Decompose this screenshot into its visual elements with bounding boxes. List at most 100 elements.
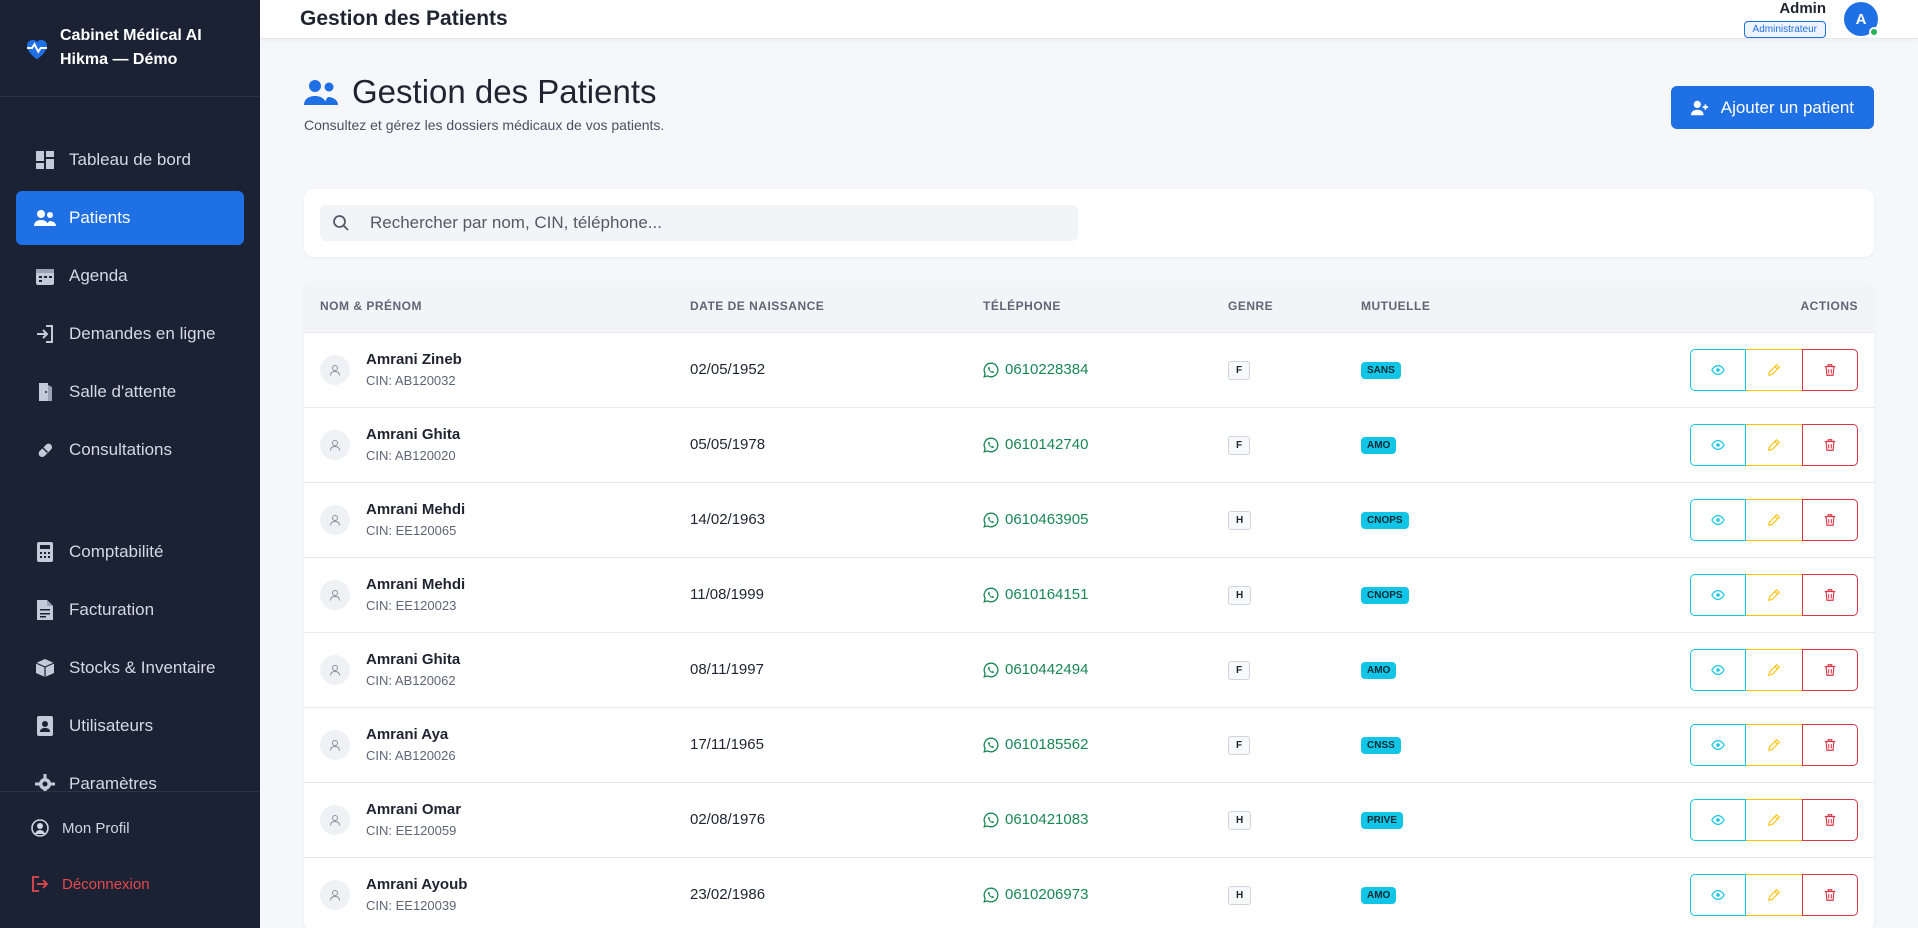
sidebar-item-patients[interactable]: Patients [16, 191, 244, 245]
col-header-name[interactable]: NOM & PRÉNOM [304, 281, 674, 332]
view-button[interactable] [1690, 798, 1746, 841]
page-subtitle: Consultez et gérez les dossiers médicaux… [304, 117, 665, 133]
patient-avatar-icon [320, 354, 350, 385]
sidebar-item-comptabilite[interactable]: Comptabilité [16, 525, 244, 579]
sidebar-item-demandes[interactable]: Demandes en ligne [16, 307, 244, 361]
delete-button[interactable] [1802, 873, 1858, 916]
delete-button[interactable] [1802, 423, 1858, 466]
patient-phone[interactable]: 0610442494 [983, 661, 1196, 678]
view-button[interactable] [1690, 348, 1746, 391]
patient-name[interactable]: Amrani Ghita [366, 651, 460, 668]
table-row[interactable]: Amrani Ghita CIN: AB120020 05/05/1978 06… [304, 407, 1874, 482]
user-name: Admin [1779, 0, 1826, 17]
brand[interactable]: Cabinet Médical AI Hikma — Démo [0, 0, 260, 97]
genre-badge: F [1228, 735, 1251, 755]
patient-birthdate: 08/11/1997 [690, 661, 764, 678]
patient-name[interactable]: Amrani Ghita [366, 426, 460, 443]
genre-badge: H [1228, 810, 1252, 830]
patient-name[interactable]: Amrani Ayoub [366, 876, 467, 893]
pencil-icon [1767, 813, 1781, 826]
view-button[interactable] [1690, 423, 1746, 466]
main-area: Gestion des Patients Admin Administrateu… [260, 0, 1918, 928]
delete-button[interactable] [1802, 498, 1858, 541]
heart-pulse-icon [27, 39, 47, 60]
whatsapp-icon [983, 362, 999, 378]
patient-phone[interactable]: 0610164151 [983, 586, 1196, 603]
patient-name[interactable]: Amrani Mehdi [366, 501, 465, 518]
search-box[interactable] [320, 205, 1078, 241]
edit-button[interactable] [1746, 648, 1802, 691]
col-header-genre[interactable]: GENRE [1212, 281, 1345, 332]
whatsapp-icon [983, 737, 999, 753]
add-patient-button[interactable]: Ajouter un patient [1670, 86, 1874, 129]
patient-name[interactable]: Amrani Mehdi [366, 576, 465, 593]
table-row[interactable]: Amrani Mehdi CIN: EE120023 11/08/1999 06… [304, 557, 1874, 632]
patient-phone[interactable]: 0610228384 [983, 361, 1196, 378]
search-input[interactable] [370, 213, 1050, 233]
avatar[interactable]: A [1844, 2, 1879, 37]
patient-avatar-icon [320, 729, 350, 760]
trash-icon [1824, 813, 1836, 826]
sidebar-item-stocks[interactable]: Stocks & Inventaire [16, 641, 244, 695]
table-row[interactable]: Amrani Aya CIN: AB120026 17/11/1965 0610… [304, 707, 1874, 782]
patient-phone[interactable]: 0610206973 [983, 886, 1196, 903]
patient-birthdate: 17/11/1965 [690, 736, 764, 753]
edit-button[interactable] [1746, 798, 1802, 841]
edit-button[interactable] [1746, 348, 1802, 391]
sidebar-item-agenda[interactable]: Agenda [16, 249, 244, 303]
view-button[interactable] [1690, 573, 1746, 616]
trash-icon [1824, 738, 1836, 751]
table-row[interactable]: Amrani Omar CIN: EE120059 02/08/1976 061… [304, 782, 1874, 857]
edit-button[interactable] [1746, 423, 1802, 466]
edit-button[interactable] [1746, 873, 1802, 916]
view-button[interactable] [1690, 873, 1746, 916]
edit-button[interactable] [1746, 723, 1802, 766]
table-row[interactable]: Amrani Zineb CIN: AB120032 02/05/1952 06… [304, 332, 1874, 407]
col-header-birth[interactable]: DATE DE NAISSANCE [674, 281, 967, 332]
table-row[interactable]: Amrani Ghita CIN: AB120062 08/11/1997 06… [304, 632, 1874, 707]
row-actions [1541, 423, 1858, 466]
sidebar-item-salle-attente[interactable]: Salle d'attente [16, 365, 244, 419]
delete-button[interactable] [1802, 648, 1858, 691]
col-header-mutuelle[interactable]: MUTUELLE [1345, 281, 1525, 332]
page-title-text: Gestion des Patients [352, 73, 657, 110]
col-header-phone[interactable]: TÉLÉPHONE [967, 281, 1212, 332]
eye-icon [1711, 439, 1725, 450]
view-button[interactable] [1690, 648, 1746, 691]
delete-button[interactable] [1802, 573, 1858, 616]
patient-phone[interactable]: 0610142740 [983, 436, 1196, 453]
patient-phone-number: 0610421083 [1005, 811, 1089, 828]
patient-phone[interactable]: 0610185562 [983, 736, 1196, 753]
door-icon [34, 381, 56, 403]
mutuelle-badge: CNOPS [1361, 512, 1409, 529]
sidebar-item-consultations[interactable]: Consultations [16, 423, 244, 477]
sidebar: Cabinet Médical AI Hikma — Démo Tableau … [0, 0, 260, 928]
sidebar-item-facturation[interactable]: Facturation [16, 583, 244, 637]
view-button[interactable] [1690, 498, 1746, 541]
delete-button[interactable] [1802, 798, 1858, 841]
patient-name[interactable]: Amrani Zineb [366, 351, 462, 368]
trash-icon [1824, 888, 1836, 901]
edit-button[interactable] [1746, 573, 1802, 616]
patient-name[interactable]: Amrani Omar [366, 801, 461, 818]
sidebar-item-label: Patients [69, 208, 131, 227]
row-actions [1541, 648, 1858, 691]
user-menu[interactable]: Admin Administrateur A [1743, 0, 1879, 38]
view-button[interactable] [1690, 723, 1746, 766]
delete-button[interactable] [1802, 348, 1858, 391]
sidebar-item-dashboard[interactable]: Tableau de bord [16, 133, 244, 187]
patient-name-cell: Amrani Zineb CIN: AB120032 [320, 351, 658, 388]
patient-phone[interactable]: 0610463905 [983, 511, 1196, 528]
logout-link[interactable]: Déconnexion [14, 864, 246, 904]
delete-button[interactable] [1802, 723, 1858, 766]
patient-phone[interactable]: 0610421083 [983, 811, 1196, 828]
profile-link[interactable]: Mon Profil [14, 808, 246, 848]
edit-button[interactable] [1746, 498, 1802, 541]
table-row[interactable]: Amrani Mehdi CIN: EE120065 14/02/1963 06… [304, 482, 1874, 557]
patient-phone-number: 0610185562 [1005, 736, 1089, 753]
patient-name[interactable]: Amrani Aya [366, 726, 456, 743]
page-content: Gestion des Patients Consultez et gérez … [260, 39, 1918, 928]
table-row[interactable]: Amrani Ayoub CIN: EE120039 23/02/1986 06… [304, 857, 1874, 928]
sidebar-item-utilisateurs[interactable]: Utilisateurs [16, 699, 244, 753]
patient-cin: CIN: AB120026 [366, 748, 456, 763]
